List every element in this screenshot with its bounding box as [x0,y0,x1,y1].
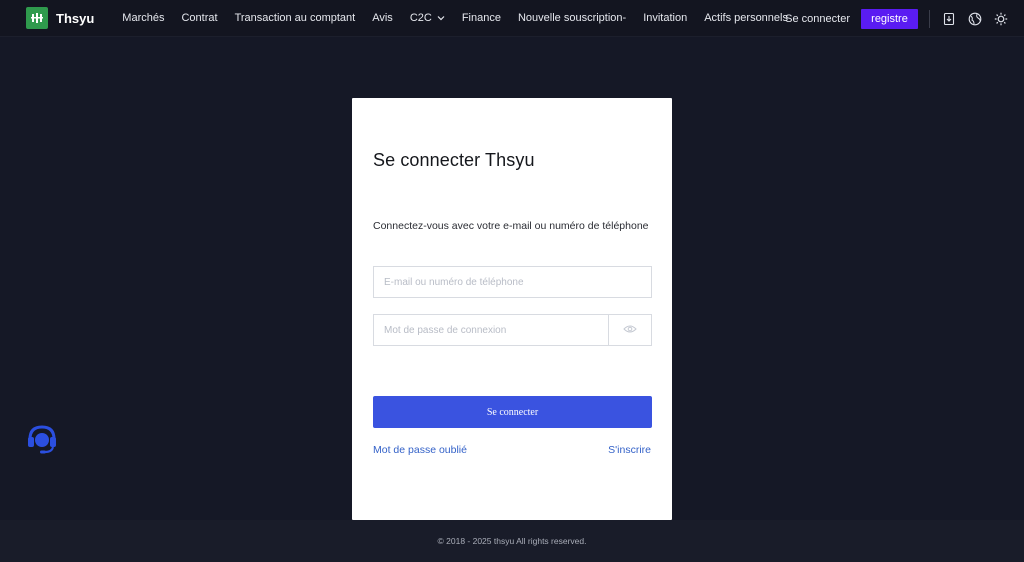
nav-item-nouvelle-souscription[interactable]: Nouvelle souscription- [518,12,626,24]
main-area: Se connecter Thsyu Connectez-vous avec v… [0,37,1024,520]
nav-item-marches[interactable]: Marchés [122,12,164,24]
login-submit-button[interactable]: Se connecter [373,396,652,428]
email-input[interactable] [374,267,651,297]
nav-divider [929,9,930,28]
footer: © 2018 - 2025 thsyu All rights reserved. [0,520,1024,562]
nav-item-actifs-personnels[interactable]: Actifs personnels [704,12,788,24]
forgot-password-link[interactable]: Mot de passe oublié [373,444,467,456]
headset-support-icon[interactable] [25,422,59,456]
nav-item-invitation[interactable]: Invitation [643,12,687,24]
footer-copyright: © 2018 - 2025 thsyu All rights reserved. [437,536,587,546]
theme-sun-icon[interactable] [994,12,1008,26]
top-navbar: Thsyu Marchés Contrat Transaction au com… [0,0,1024,37]
login-subtitle: Connectez-vous avec votre e-mail ou numé… [373,220,649,232]
globe-icon[interactable] [968,12,982,26]
nav-item-transaction-comptant[interactable]: Transaction au comptant [235,12,356,24]
nav-item-c2c[interactable]: C2C [410,12,445,24]
nav-item-contrat[interactable]: Contrat [181,12,217,24]
signup-link[interactable]: S'inscrire [608,444,651,456]
register-button[interactable]: registre [861,8,918,29]
nav-item-c2c-label: C2C [409,12,432,24]
chevron-down-icon [437,15,445,21]
brand-name: Thsyu [56,10,95,26]
nav-login-link[interactable]: Se connecter [785,13,850,25]
login-card: Se connecter Thsyu Connectez-vous avec v… [352,98,672,520]
download-icon[interactable] [942,12,956,26]
eye-icon [623,321,637,339]
password-input[interactable] [374,315,608,345]
toggle-password-visibility[interactable] [608,315,651,345]
email-field [373,266,652,298]
nav-item-avis[interactable]: Avis [372,12,393,24]
nav-right: Se connecter registre [785,0,1024,37]
password-field [373,314,652,346]
login-title: Se connecter Thsyu [373,150,535,170]
brand[interactable]: Thsyu [26,7,94,29]
nav-item-finance[interactable]: Finance [462,12,501,24]
main-nav: Marchés Contrat Transaction au comptant … [122,12,805,24]
logo-icon [26,7,48,29]
